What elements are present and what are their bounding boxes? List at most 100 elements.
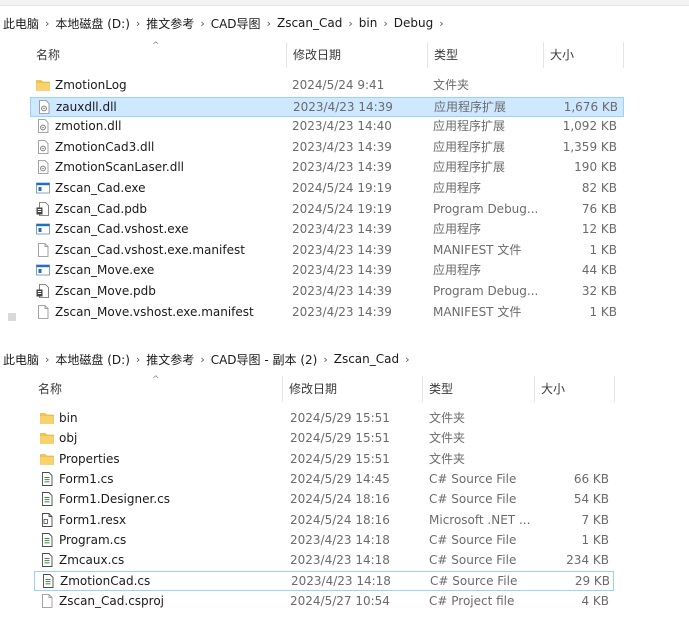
file-row[interactable]: Form1.Designer.cs 2024/5/24 18:16 C# Sourc… <box>34 490 614 510</box>
file-name: Form1.resx <box>59 512 127 527</box>
file-type: Program Debug... <box>433 284 539 298</box>
file-row[interactable]: Properties 2024/5/29 15:51 文件夹 <box>34 450 614 470</box>
address-breadcrumb[interactable]: 此电脑 › 本地磁盘 (D:) › 推文参考 › CAD导图 › Zscan_Cad › bin › D… <box>0 12 446 34</box>
file-row[interactable]: Zscan_Cad.pdb 2024/5/24 19:19 Program Debu… <box>30 200 624 220</box>
breadcrumb-chevron-icon[interactable]: › <box>198 353 206 366</box>
column-header-type[interactable]: 类型 <box>423 376 535 402</box>
breadcrumb-chevron-icon[interactable]: › <box>381 17 389 30</box>
breadcrumb-item[interactable]: Debug <box>390 16 437 30</box>
file-modified-date: 2023/4/23 14:39 <box>292 242 392 257</box>
file-row[interactable]: ZmotionCad3.dll 2023/4/23 14:39 应用程序扩展 1,35… <box>30 138 624 158</box>
file-name: Zscan_Cad.exe <box>55 181 146 195</box>
breadcrumb-item[interactable]: CAD导图 <box>207 15 265 32</box>
blank-file-icon <box>36 304 50 319</box>
file-row[interactable]: ZmotionScanLaser.dll 2023/4/23 14:39 应用程序扩… <box>30 158 624 178</box>
file-modified-date: 2023/4/23 14:39 <box>293 99 393 114</box>
cs-file-icon <box>40 492 54 507</box>
column-header-name[interactable]: 名称 ^ <box>32 376 283 402</box>
column-header-name-label: 名称 <box>36 48 61 62</box>
column-header-type[interactable]: 类型 <box>428 42 544 68</box>
breadcrumb-item[interactable]: 此电脑 <box>0 351 43 368</box>
file-row[interactable]: Zscan_Move.exe 2023/4/23 14:39 应用程序 44 KB <box>30 261 624 281</box>
breadcrumb-chevron-icon[interactable]: › <box>134 353 142 366</box>
file-name: obj <box>59 431 78 446</box>
pdb-file-icon <box>36 201 50 216</box>
file-name: ZmotionScanLaser.dll <box>55 160 185 175</box>
breadcrumb-item[interactable]: CAD导图 - 副本 (2) <box>207 351 322 368</box>
column-header-date[interactable]: 修改日期 <box>287 42 428 68</box>
column-header-name-label: 名称 <box>38 382 63 396</box>
file-row[interactable]: Form1.cs 2024/5/29 14:45 C# Source File 66 … <box>34 470 614 490</box>
file-modified-date: 2024/5/29 14:45 <box>290 471 390 486</box>
file-modified-date: 2024/5/24 18:16 <box>290 512 390 527</box>
breadcrumb-chevron-icon[interactable]: › <box>198 17 206 30</box>
column-header-row: 名称 ^ 修改日期 类型 大小 <box>0 42 689 68</box>
file-row[interactable]: bin 2024/5/29 15:51 文件夹 <box>34 409 614 429</box>
file-type: 应用程序扩展 <box>433 160 506 175</box>
file-row[interactable]: zmotion.dll 2023/4/23 14:40 应用程序扩展 1,092 KB <box>30 117 624 137</box>
file-row[interactable]: zauxdll.dll 2023/4/23 14:39 应用程序扩展 1,676 KB <box>30 96 624 117</box>
file-row[interactable]: Zscan_Move.pdb 2023/4/23 14:39 Program Deb… <box>30 282 624 302</box>
column-header-date[interactable]: 修改日期 <box>283 376 423 402</box>
cs-file-icon <box>41 574 55 589</box>
column-header-size[interactable]: 大小 <box>544 42 624 68</box>
file-modified-date: 2023/4/23 14:39 <box>292 263 392 278</box>
breadcrumb-item[interactable]: 此电脑 <box>0 15 43 32</box>
resx-file-icon <box>40 512 54 527</box>
breadcrumb-item[interactable]: Zscan_Cad <box>273 16 346 30</box>
breadcrumb-item[interactable]: bin <box>355 16 382 30</box>
breadcrumb-chevron-icon[interactable]: › <box>321 353 329 366</box>
file-row[interactable]: obj 2024/5/29 15:51 文件夹 <box>34 429 614 449</box>
file-name-cell: ZmotionLog <box>36 76 286 94</box>
file-row[interactable]: Program.cs 2023/4/23 14:18 C# Source File 1… <box>34 531 614 551</box>
breadcrumb-item[interactable]: 推文参考 <box>142 351 198 368</box>
file-modified-date: 2023/4/23 14:18 <box>290 532 390 547</box>
file-name: Zscan_Cad.pdb <box>55 201 148 216</box>
file-row[interactable]: ZmotionCad.cs 2023/4/23 14:18 C# Source Fi… <box>34 571 614 592</box>
breadcrumb-chevron-icon[interactable]: › <box>134 17 142 30</box>
file-name-cell: Zscan_Cad.pdb <box>36 200 286 218</box>
file-row[interactable]: Zscan_Cad.vshost.exe 2023/4/23 14:39 应用程序 1… <box>30 220 624 240</box>
file-row[interactable]: ZmotionLog 2024/5/24 9:41 文件夹 <box>30 76 624 96</box>
file-modified-date: 2023/4/23 14:39 <box>292 139 392 154</box>
file-row[interactable]: Zscan_Cad.vshost.exe.manifest 2023/4/23 1… <box>30 241 624 261</box>
address-breadcrumb[interactable]: 此电脑 › 本地磁盘 (D:) › 推文参考 › CAD导图 - 副本 (2) › Zscan_… <box>0 348 412 370</box>
file-name-cell: Zscan_Cad.vshost.exe.manifest <box>36 241 286 259</box>
file-type: 应用程序扩展 <box>433 119 506 134</box>
breadcrumb-item[interactable]: 本地磁盘 (D:) <box>51 351 133 368</box>
file-row[interactable]: Zscan_Cad.exe 2024/5/24 19:19 应用程序 82 KB <box>30 179 624 199</box>
file-type: MANIFEST 文件 <box>433 304 522 319</box>
breadcrumb-item[interactable]: 推文参考 <box>142 15 198 32</box>
file-modified-date: 2024/5/29 15:51 <box>290 411 390 425</box>
horizontal-scrollbar-thumb[interactable] <box>8 313 16 321</box>
column-header-size[interactable]: 大小 <box>535 376 615 402</box>
file-row[interactable]: Form1.resx 2024/5/24 18:16 Microsoft .NET … <box>34 511 614 531</box>
breadcrumb-chevron-icon[interactable]: › <box>437 17 445 30</box>
file-modified-date: 2023/4/23 14:39 <box>292 160 392 175</box>
file-row[interactable]: Zmcaux.cs 2023/4/23 14:18 C# Source File 23… <box>34 551 614 571</box>
file-name-cell: Program.cs <box>40 531 286 549</box>
file-size <box>540 409 609 427</box>
breadcrumb-item[interactable]: 本地磁盘 (D:) <box>51 15 133 32</box>
breadcrumb-chevron-icon[interactable]: › <box>346 17 354 30</box>
file-size: 234 KB <box>566 553 609 568</box>
file-name: Zscan_Move.exe <box>55 263 155 278</box>
column-header-type-label: 类型 <box>429 382 454 396</box>
file-name-cell: Properties <box>40 450 286 468</box>
breadcrumb-chevron-icon[interactable]: › <box>265 17 273 30</box>
file-row[interactable]: Zscan_Cad.csproj 2024/5/27 10:54 C# Projec… <box>34 592 614 612</box>
file-name-cell: zauxdll.dll <box>37 98 287 116</box>
breadcrumb-chevron-icon[interactable]: › <box>403 353 411 366</box>
breadcrumb-chevron-icon[interactable]: › <box>43 17 51 30</box>
file-row[interactable]: Zscan_Move.vshost.exe.manifest 2023/4/23 … <box>30 303 624 323</box>
breadcrumb-chevron-icon[interactable]: › <box>43 353 51 366</box>
file-name: ZmotionCad.cs <box>60 574 151 589</box>
file-name-cell: ZmotionScanLaser.dll <box>36 158 286 176</box>
file-name-cell: bin <box>40 409 286 427</box>
folder-icon <box>36 78 50 92</box>
dll-file-icon <box>36 160 50 175</box>
file-name-cell: zmotion.dll <box>36 117 286 135</box>
column-header-name[interactable]: 名称 ^ <box>30 42 287 68</box>
file-name: Properties <box>59 451 120 466</box>
breadcrumb-item[interactable]: Zscan_Cad <box>330 352 403 366</box>
